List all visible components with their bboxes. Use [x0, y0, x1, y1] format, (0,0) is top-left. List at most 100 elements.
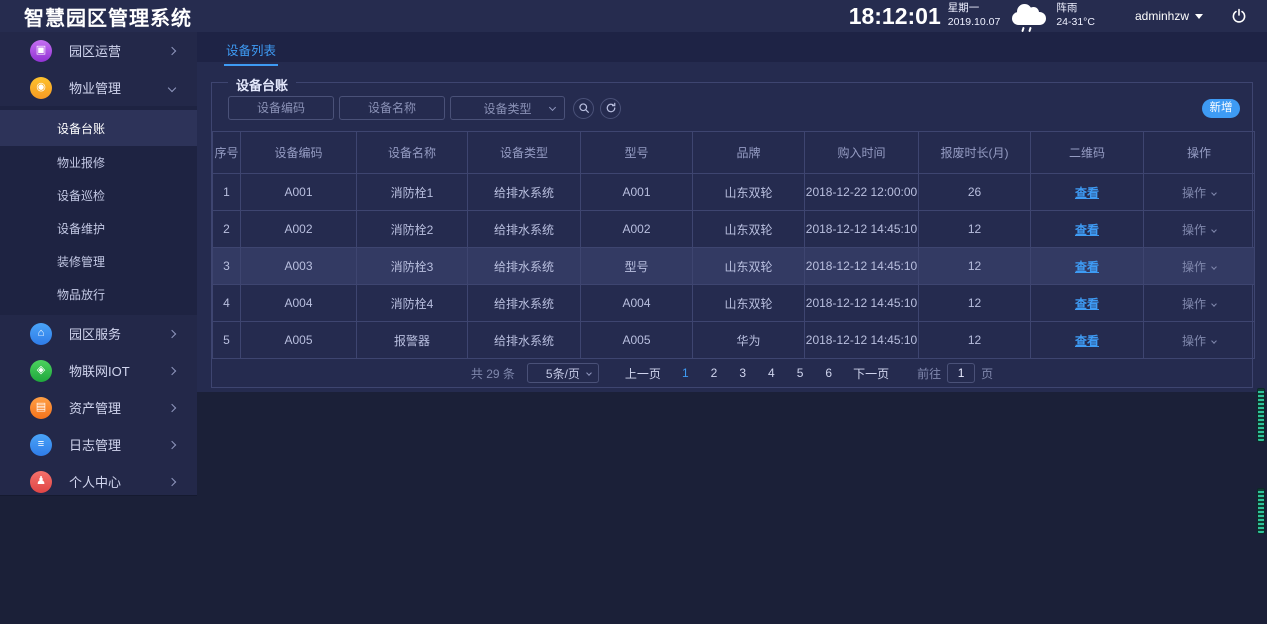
cell-action: 操作	[1144, 248, 1255, 285]
ledger-legend: 设备台账	[228, 75, 296, 94]
cell-action: 操作	[1144, 174, 1255, 211]
sidebar-item-5[interactable]: ≡ 日志管理	[0, 426, 197, 463]
user-menu[interactable]: adminhzw	[1135, 9, 1203, 23]
cell-brand: 山东双轮	[693, 248, 805, 285]
device-type-select[interactable]: 设备类型	[450, 96, 565, 120]
prev-page-button[interactable]: 上一页	[625, 365, 661, 382]
sidebar-item-6[interactable]: ♟ 个人中心	[0, 463, 197, 500]
action-dropdown[interactable]: 操作	[1182, 260, 1216, 274]
chevron-icon	[168, 83, 176, 91]
chevron-icon	[168, 440, 176, 448]
cell-code: A002	[241, 211, 357, 248]
weather-condition: 阵雨	[1056, 2, 1095, 16]
cell-brand: 华为	[693, 322, 805, 359]
page-size-label: 5条/页	[546, 365, 580, 382]
cell-qrcode: 查看	[1031, 248, 1144, 285]
column-header: 设备类型	[468, 132, 581, 174]
sidebar-item-2[interactable]: ⌂ 园区服务	[0, 315, 197, 352]
device-name-input[interactable]	[339, 96, 445, 120]
app-header: 智慧园区管理系统 18:12:01 星期一 2019.10.07 阵雨 24-3…	[0, 0, 1267, 32]
page-number-6[interactable]: 6	[814, 366, 843, 380]
qr-view-link[interactable]: 查看	[1075, 260, 1099, 274]
cell-brand: 山东双轮	[693, 211, 805, 248]
qr-view-link[interactable]: 查看	[1075, 223, 1099, 237]
column-header: 型号	[581, 132, 693, 174]
table-body: 1A001消防栓1给排水系统A001山东双轮2018-12-22 12:00:0…	[213, 174, 1255, 359]
column-header: 序号	[213, 132, 241, 174]
page-number-2[interactable]: 2	[700, 366, 729, 380]
scroll-indicator[interactable]	[1257, 488, 1265, 534]
sidebar-subitem-5[interactable]: 物品放行	[0, 278, 197, 311]
sidebar-subitem-1[interactable]: 物业报修	[0, 146, 197, 179]
cloud-rain-icon	[1010, 0, 1050, 32]
sidebar-subitem-2[interactable]: 设备巡检	[0, 179, 197, 212]
qr-view-link[interactable]: 查看	[1075, 334, 1099, 348]
table-row[interactable]: 3A003消防栓3给排水系统型号山东双轮2018-12-12 14:45:101…	[213, 248, 1255, 285]
add-button[interactable]: 新增	[1202, 99, 1240, 118]
date-block: 星期一 2019.10.07	[948, 2, 1001, 29]
cell-name: 消防栓1	[357, 174, 468, 211]
chevron-icon	[168, 477, 176, 485]
cell-months: 26	[919, 174, 1031, 211]
log-management-icon: ≡	[30, 434, 52, 456]
goto-page-input[interactable]	[947, 363, 975, 383]
page-number-1[interactable]: 1	[671, 366, 700, 380]
device-ledger-box: 设备台账 设备类型	[211, 82, 1253, 388]
sidebar: ▣ 园区运营 ◉ 物业管理 设备台账物业报修设备巡检设备维护装修管理物品放行 ⌂…	[0, 32, 197, 496]
scroll-indicator[interactable]	[1257, 388, 1265, 442]
action-dropdown[interactable]: 操作	[1182, 297, 1216, 311]
logout-button[interactable]	[1229, 6, 1249, 26]
qr-view-link[interactable]: 查看	[1075, 297, 1099, 311]
page-size-select[interactable]: 5条/页	[527, 363, 599, 383]
action-dropdown[interactable]: 操作	[1182, 334, 1216, 348]
sidebar-item-4[interactable]: ▤ 资产管理	[0, 389, 197, 426]
cell-type: 给排水系统	[468, 211, 581, 248]
cell-type: 给排水系统	[468, 174, 581, 211]
cell-qrcode: 查看	[1031, 174, 1144, 211]
cell-model: A002	[581, 211, 693, 248]
cell-name: 消防栓3	[357, 248, 468, 285]
action-dropdown[interactable]: 操作	[1182, 186, 1216, 200]
personal-center-icon: ♟	[30, 471, 52, 493]
page-number-4[interactable]: 4	[757, 366, 786, 380]
cell-no: 4	[213, 285, 241, 322]
sidebar-subitem-3[interactable]: 设备维护	[0, 212, 197, 245]
tab-device-list[interactable]: 设备列表	[224, 32, 278, 66]
qr-view-link[interactable]: 查看	[1075, 186, 1099, 200]
cell-months: 12	[919, 248, 1031, 285]
cell-no: 1	[213, 174, 241, 211]
sidebar-subitem-4[interactable]: 装修管理	[0, 245, 197, 278]
cell-name: 报警器	[357, 322, 468, 359]
search-button[interactable]	[573, 98, 594, 119]
action-dropdown[interactable]: 操作	[1182, 223, 1216, 237]
page-number-5[interactable]: 5	[786, 366, 815, 380]
chevron-down-icon	[1211, 338, 1217, 344]
sidebar-item-3[interactable]: ◈ 物联网IOT	[0, 352, 197, 389]
table-row[interactable]: 4A004消防栓4给排水系统A004山东双轮2018-12-12 14:45:1…	[213, 285, 1255, 322]
goto-unit: 页	[981, 365, 993, 382]
chevron-down-icon	[1211, 190, 1217, 196]
next-page-button[interactable]: 下一页	[853, 365, 889, 382]
cell-action: 操作	[1144, 322, 1255, 359]
cell-type: 给排水系统	[468, 285, 581, 322]
sidebar-items: ▣ 园区运营 ◉ 物业管理 设备台账物业报修设备巡检设备维护装修管理物品放行 ⌂…	[0, 32, 197, 500]
device-code-input[interactable]	[228, 96, 334, 120]
tab-bar: 设备列表	[197, 32, 1267, 62]
table-row[interactable]: 2A002消防栓2给排水系统A002山东双轮2018-12-12 14:45:1…	[213, 211, 1255, 248]
page-number-3[interactable]: 3	[728, 366, 757, 380]
sidebar-item-0[interactable]: ▣ 园区运营	[0, 32, 197, 69]
sidebar-subitem-0[interactable]: 设备台账	[0, 110, 197, 146]
sidebar-item-1[interactable]: ◉ 物业管理	[0, 69, 197, 106]
table-row[interactable]: 5A005报警器给排水系统A005华为2018-12-12 14:45:1012…	[213, 322, 1255, 359]
chevron-down-icon	[1211, 301, 1217, 307]
date: 2019.10.07	[948, 16, 1001, 30]
page-numbers: 123456	[671, 366, 843, 380]
username: adminhzw	[1135, 9, 1189, 23]
cell-brand: 山东双轮	[693, 285, 805, 322]
caret-down-icon	[1195, 14, 1203, 19]
table-row[interactable]: 1A001消防栓1给排水系统A001山东双轮2018-12-22 12:00:0…	[213, 174, 1255, 211]
reset-button[interactable]	[600, 98, 621, 119]
total-count: 共 29 条	[471, 365, 515, 382]
column-header: 报废时长(月)	[919, 132, 1031, 174]
header-right: 18:12:01 星期一 2019.10.07 阵雨 24-31°C admin…	[849, 0, 1267, 32]
